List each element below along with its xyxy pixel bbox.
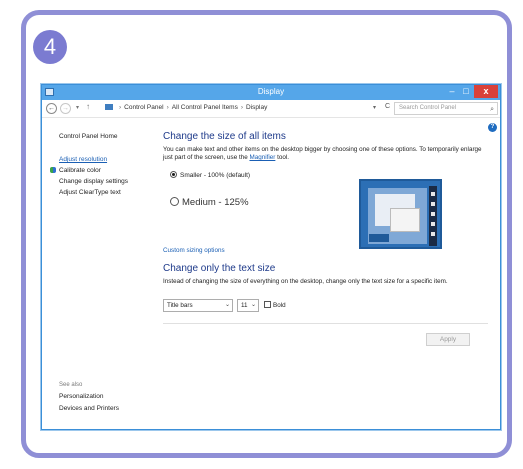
- item-select-value: Title bars: [167, 302, 193, 309]
- preview-dot: [431, 192, 435, 196]
- custom-sizing-link[interactable]: Custom sizing options: [163, 247, 225, 254]
- size-description: You can make text and other items on the…: [163, 146, 483, 162]
- bold-checkbox[interactable]: [264, 301, 271, 308]
- item-select[interactable]: Title bars ⌄: [163, 299, 233, 312]
- breadcrumb-separator: ›: [119, 104, 122, 111]
- option-medium-label: Medium - 125%: [182, 197, 249, 208]
- search-icon[interactable]: ⌕: [490, 104, 494, 115]
- radio-smaller[interactable]: [170, 171, 177, 178]
- display-window: Display – □ x ← → ▾ ↑ › Control Panel › All…: [41, 84, 501, 430]
- maximize-button[interactable]: □: [460, 85, 472, 98]
- breadcrumb[interactable]: › Control Panel › All Control Panel Items › D…: [105, 104, 267, 111]
- sidebar-item-display-settings[interactable]: Change display settings: [59, 176, 159, 187]
- search-input[interactable]: Search Control Panel ⌕: [394, 102, 498, 115]
- refresh-icon[interactable]: C: [385, 103, 390, 110]
- window-title: Display: [257, 87, 285, 96]
- display-preview-image: [359, 179, 442, 249]
- preview-dot: [431, 222, 435, 226]
- main-content: Change the size of all items You can mak…: [163, 131, 493, 162]
- option-smaller-label: Smaller - 100% (default): [180, 172, 251, 179]
- see-also-heading: See also: [59, 382, 83, 388]
- apply-button[interactable]: Apply: [426, 333, 470, 346]
- sidebar-item-label: Calibrate color: [59, 167, 101, 174]
- preview-taskbar: [369, 234, 389, 242]
- breadcrumb-separator: ›: [240, 104, 244, 111]
- recent-pages-chevron-icon[interactable]: ▾: [76, 104, 79, 111]
- sidebar-item-home[interactable]: Control Panel Home: [59, 131, 159, 142]
- minimize-button[interactable]: –: [446, 85, 458, 98]
- font-size-select[interactable]: 11 ⌄: [237, 299, 259, 312]
- chevron-down-icon: ⌄: [250, 302, 256, 308]
- address-dropdown-icon[interactable]: ▾: [373, 104, 376, 111]
- address-bar: ← → ▾ ↑ › Control Panel › All Control Panel…: [42, 100, 500, 118]
- breadcrumb-all-items[interactable]: All Control Panel Items: [172, 104, 238, 111]
- chevron-down-icon: ⌄: [224, 302, 230, 308]
- text-size-heading: Change only the text size: [163, 263, 276, 274]
- forward-arrow-icon[interactable]: →: [60, 103, 71, 114]
- sidebar-item-cleartype[interactable]: Adjust ClearType text: [59, 187, 159, 198]
- close-button[interactable]: x: [474, 85, 498, 98]
- preview-side-strip: [429, 186, 437, 246]
- sidebar-item-calibrate-color[interactable]: Calibrate color: [50, 165, 159, 176]
- back-arrow-icon[interactable]: ←: [46, 103, 57, 114]
- step-number-badge: 4: [33, 30, 67, 64]
- breadcrumb-separator: ›: [166, 104, 169, 111]
- size-description-tail: tool.: [275, 154, 290, 161]
- option-smaller[interactable]: Smaller - 100% (default): [170, 171, 250, 179]
- sidebar: Control Panel Home Adjust resolution Cal…: [50, 131, 159, 198]
- preview-dot: [431, 232, 435, 236]
- bold-label: Bold: [273, 302, 286, 309]
- size-heading: Change the size of all items: [163, 131, 286, 142]
- up-arrow-icon[interactable]: ↑: [86, 102, 90, 111]
- size-description-text: You can make text and other items on the…: [163, 146, 482, 161]
- preview-window-front: [390, 208, 420, 232]
- preview-dot: [431, 212, 435, 216]
- magnifier-link[interactable]: Magnifier: [249, 154, 275, 161]
- divider: [163, 323, 488, 324]
- shield-icon: [50, 167, 56, 173]
- see-also-devices-printers[interactable]: Devices and Printers: [59, 405, 119, 412]
- see-also-personalization[interactable]: Personalization: [59, 393, 103, 400]
- radio-medium[interactable]: [170, 197, 179, 206]
- search-placeholder: Search Control Panel: [399, 105, 457, 111]
- breadcrumb-display[interactable]: Display: [246, 104, 267, 111]
- bold-option[interactable]: Bold: [264, 301, 286, 309]
- text-size-description: Instead of changing the size of everythi…: [163, 278, 448, 285]
- font-size-value: 11: [241, 302, 248, 309]
- title-bar: Display – □ x: [42, 85, 500, 100]
- sidebar-item-adjust-resolution[interactable]: Adjust resolution: [59, 154, 159, 165]
- breadcrumb-control-panel[interactable]: Control Panel: [124, 104, 163, 111]
- preview-dot: [431, 202, 435, 206]
- option-medium[interactable]: Medium - 125%: [170, 197, 249, 208]
- control-panel-icon: [105, 104, 113, 110]
